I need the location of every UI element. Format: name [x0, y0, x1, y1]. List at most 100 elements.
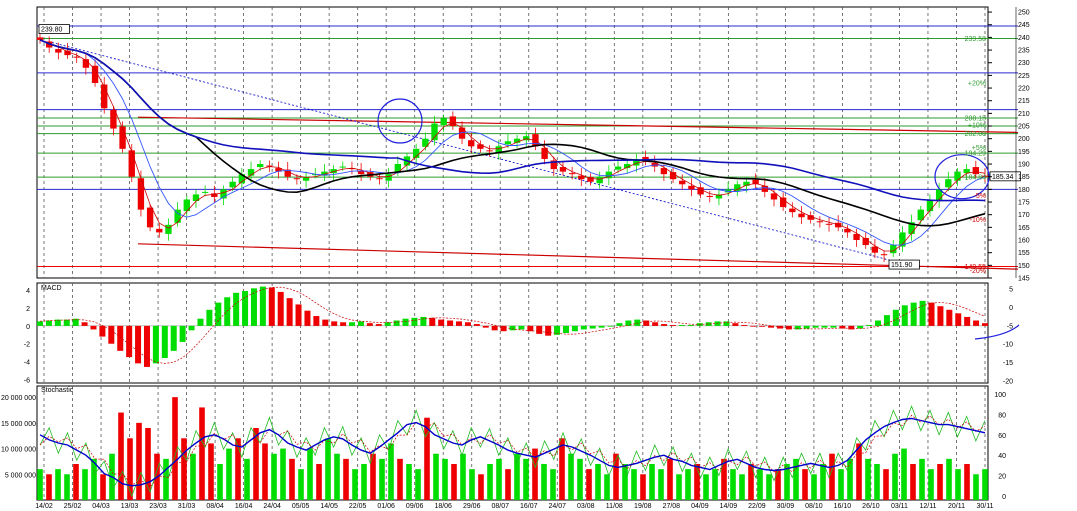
- macd-bar: [678, 324, 685, 326]
- volume-bar: [208, 443, 214, 500]
- x-tick-label: 22/05: [349, 503, 367, 510]
- level-label: -10%: [970, 217, 986, 224]
- macd-y-label: -6: [24, 377, 30, 384]
- macd-bar: [402, 318, 409, 326]
- volume-bar: [883, 469, 889, 500]
- volume-bar: [397, 458, 403, 500]
- x-tick-label: 30/11: [977, 503, 994, 510]
- y-tick-label: 240: [1018, 35, 1030, 42]
- macd-bar: [357, 321, 364, 326]
- volume-bar: [946, 458, 952, 500]
- x-tick-label: 12/11: [919, 503, 936, 510]
- macd-bar: [268, 287, 275, 326]
- volume-bar: [478, 474, 484, 500]
- macd-bar: [152, 325, 159, 364]
- volume-bar: [442, 458, 448, 500]
- x-tick-label: 22/09: [748, 503, 766, 510]
- candle-body: [734, 184, 741, 191]
- level-label: 194.29: [965, 151, 987, 158]
- volume-bar: [802, 469, 808, 500]
- volume-bar: [667, 458, 673, 500]
- macd-bar: [411, 317, 418, 326]
- volume-bar: [793, 458, 799, 500]
- y-tick-label: 145: [1018, 276, 1030, 283]
- macd-bar: [45, 320, 52, 326]
- y-tick-label: 185: [1018, 174, 1030, 181]
- macd-bar: [366, 323, 373, 326]
- volume-bar: [244, 458, 250, 500]
- volume-bar: [865, 458, 871, 500]
- x-tick-label: 31/03: [178, 503, 196, 510]
- macd-bar: [393, 320, 400, 326]
- ma-long: [39, 39, 986, 227]
- volume-bar: [964, 464, 970, 500]
- current-price-label: 185.34: [992, 174, 1014, 181]
- macd-right-label: -15: [1003, 360, 1013, 367]
- volume-bar: [730, 469, 736, 500]
- volume-bar: [937, 464, 943, 500]
- volume-bar: [46, 474, 52, 500]
- volume-bar: [955, 469, 961, 500]
- macd-bar: [536, 325, 543, 334]
- y-tick-label: 195: [1018, 149, 1030, 156]
- volume-bar: [190, 453, 196, 500]
- macd-bar: [571, 325, 578, 332]
- volume-bar: [649, 464, 655, 500]
- macd-bar: [910, 302, 917, 326]
- macd-bar: [215, 302, 222, 326]
- macd-bar: [277, 291, 284, 326]
- macd-bar: [143, 325, 150, 367]
- macd-bar: [518, 325, 525, 330]
- x-tick-label: 20/11: [948, 503, 965, 510]
- x-tick-label: 03/08: [577, 503, 595, 510]
- volume-bar: [271, 453, 277, 500]
- candle-body: [385, 174, 392, 181]
- volume-bar: [505, 469, 511, 500]
- volume-bar: [343, 458, 349, 500]
- volume-bar: [523, 458, 529, 500]
- x-tick-label: 16/04: [235, 503, 253, 510]
- macd-bar: [233, 292, 240, 326]
- candle-body: [440, 118, 447, 126]
- macd-bar: [964, 316, 971, 326]
- ma-medium: [39, 39, 986, 246]
- macd-bar: [875, 320, 882, 326]
- macd-bar: [687, 324, 694, 326]
- macd-right-label: -10: [1003, 342, 1013, 349]
- stochastic-right-label: 0: [1002, 494, 1006, 501]
- volume-bar: [388, 443, 394, 500]
- macd-bar: [161, 325, 168, 358]
- candle-body: [165, 224, 172, 234]
- volume-bar: [460, 453, 466, 500]
- macd-bar: [946, 309, 953, 326]
- volume-bar: [280, 448, 286, 500]
- volume-bar: [37, 469, 43, 500]
- candle-body: [568, 173, 576, 175]
- macd-bar: [732, 323, 739, 326]
- volume-bar: [892, 453, 898, 500]
- volume-bar: [433, 453, 439, 500]
- macd-bar: [750, 325, 757, 327]
- volume-bar: [901, 448, 907, 500]
- x-tick-label: 13/03: [121, 503, 139, 510]
- x-tick-label: 14/09: [720, 503, 738, 510]
- macd-bar: [848, 325, 855, 330]
- level-label: 149.55: [965, 264, 987, 271]
- stochastic-title: Stochastic: [41, 387, 74, 394]
- x-tick-label: 26/10: [862, 503, 880, 510]
- x-tick-label: 16/07: [520, 503, 538, 510]
- stochastic-right-label: 20: [998, 474, 1006, 481]
- stochastic-series: [37, 397, 988, 500]
- volume-bar: [973, 474, 979, 500]
- macd-y-label: 4: [26, 288, 30, 295]
- macd-bar: [794, 325, 801, 330]
- macd-bar: [973, 320, 980, 326]
- volume-bar: [325, 438, 331, 500]
- volume-bar: [838, 469, 844, 500]
- candle-body: [229, 181, 236, 188]
- candle-body: [449, 116, 457, 127]
- level-label: +20%: [968, 80, 986, 87]
- volume-bar: [73, 464, 79, 500]
- volume-bar: [757, 469, 763, 500]
- x-tick-label: 23/03: [149, 503, 167, 510]
